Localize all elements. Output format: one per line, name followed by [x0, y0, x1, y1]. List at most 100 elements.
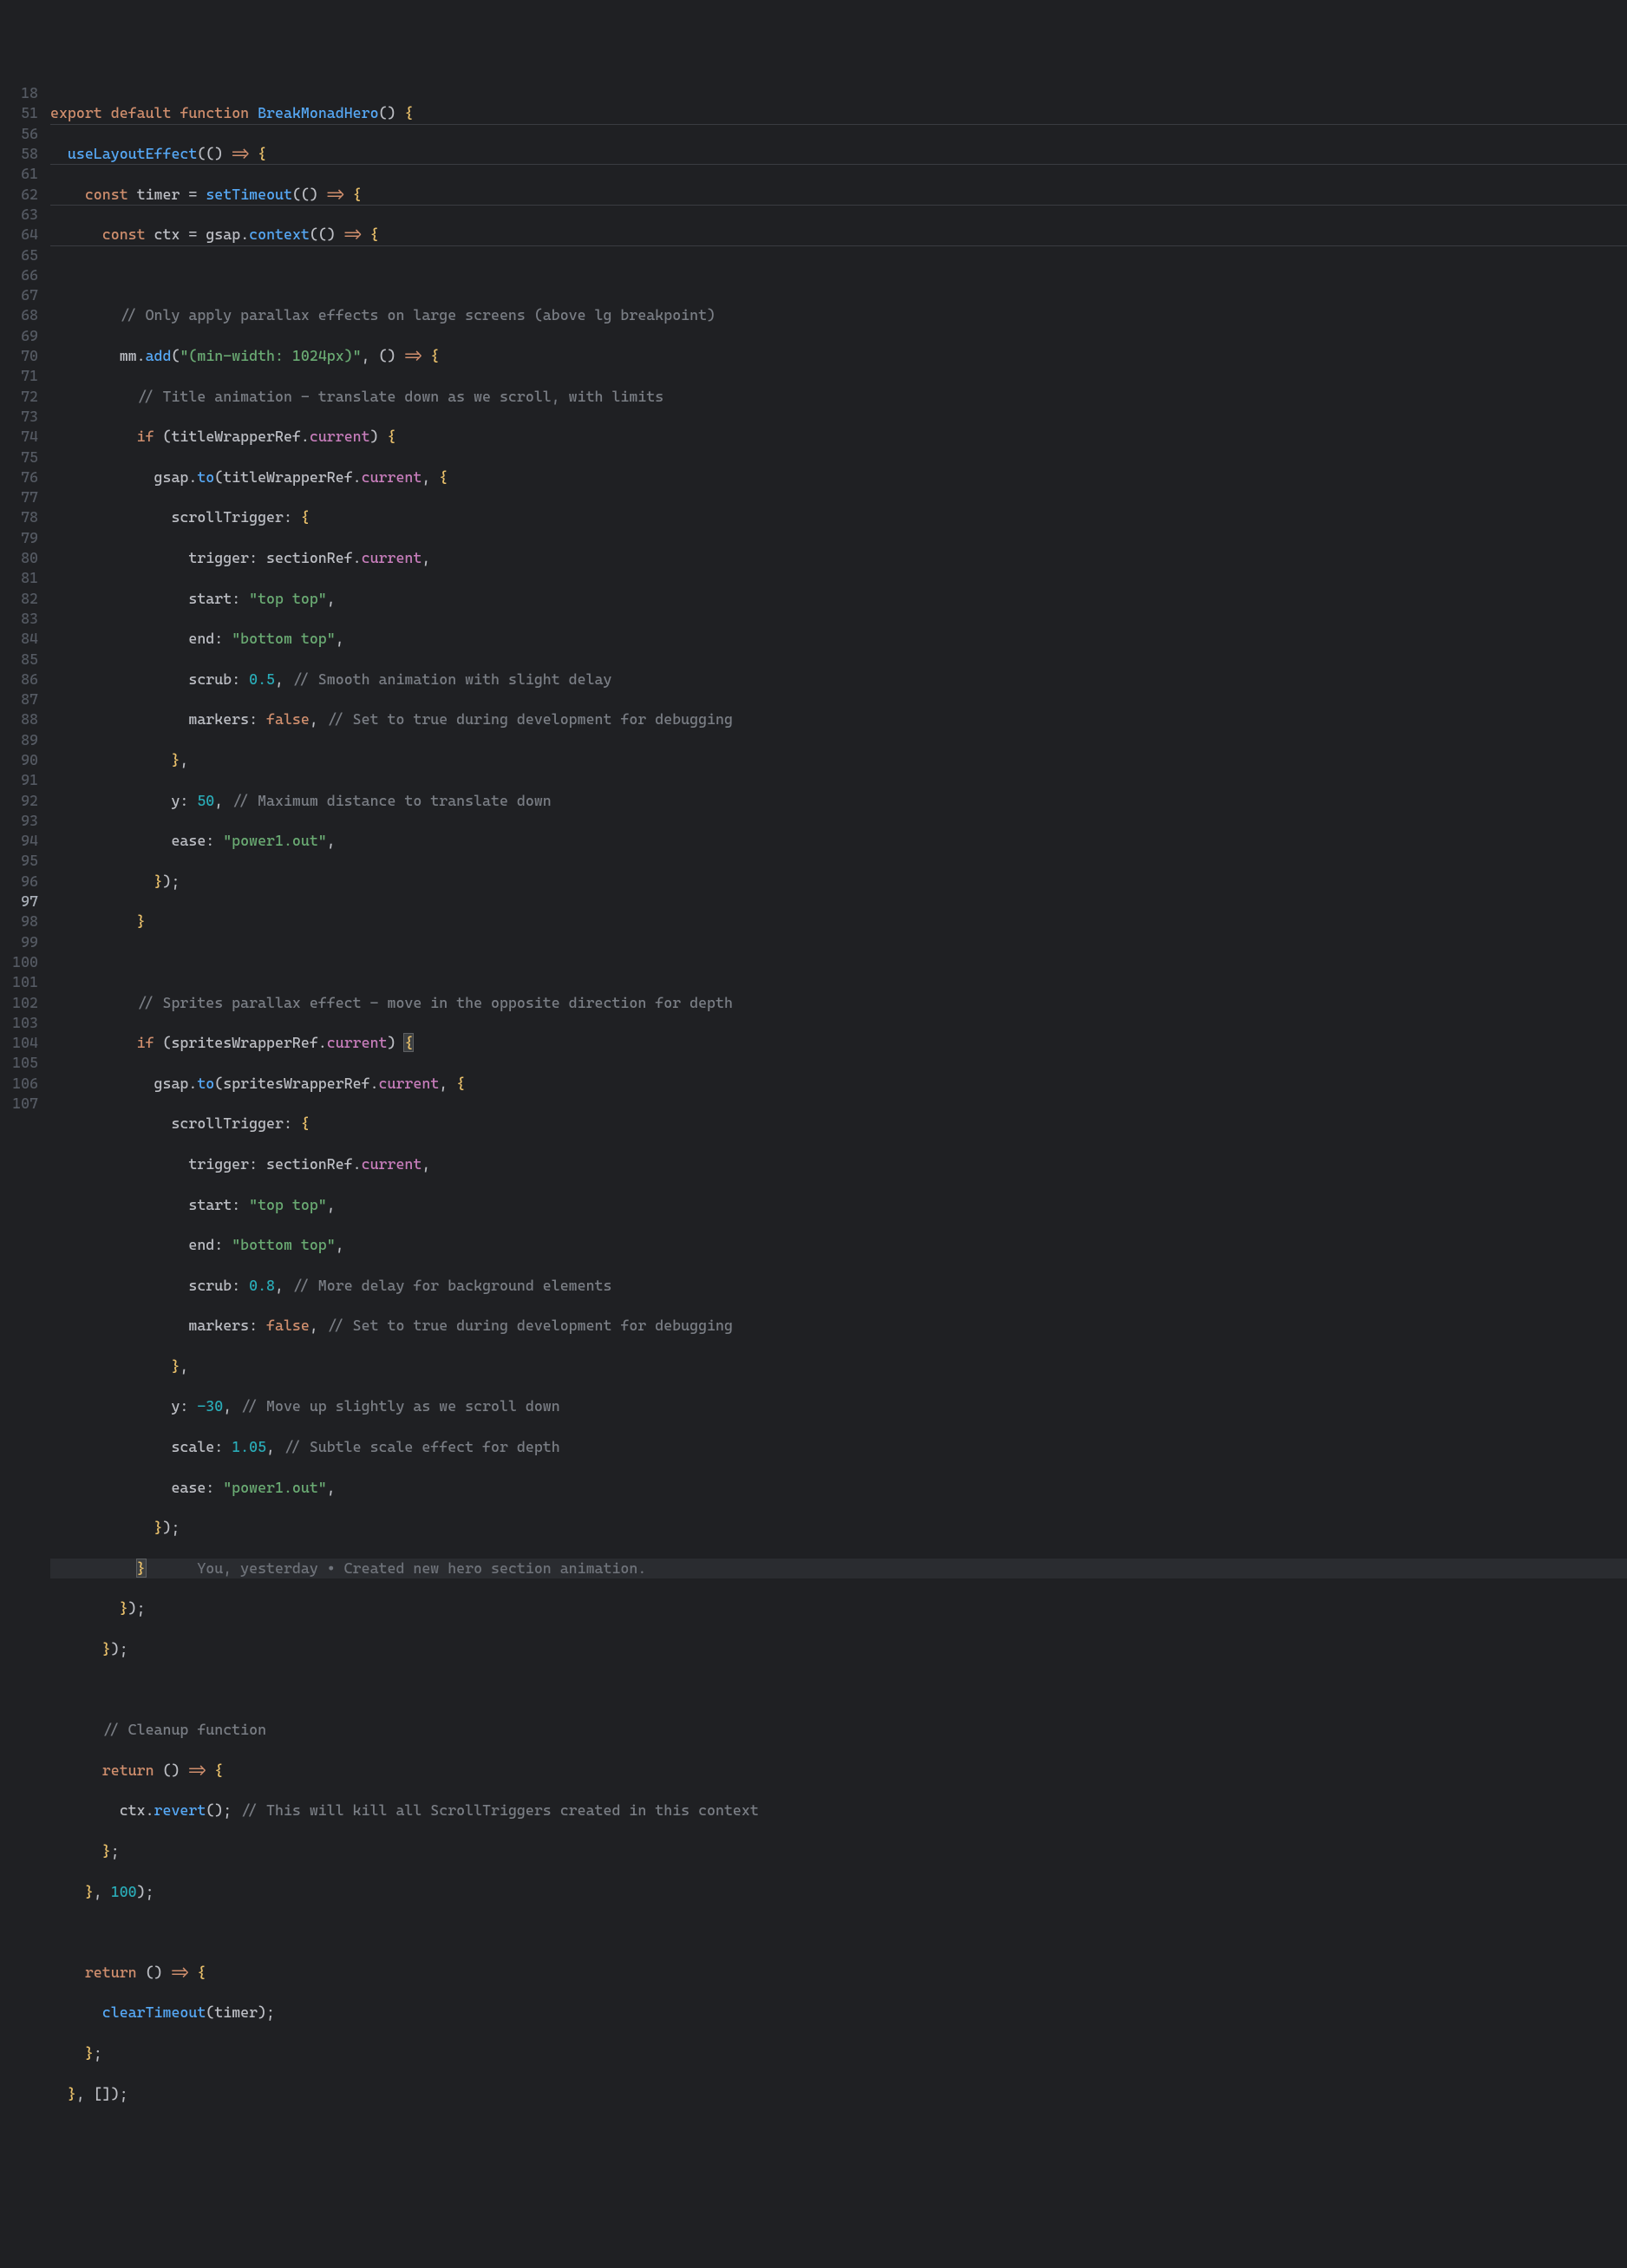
code-line[interactable]: scrollTrigger: { — [50, 507, 1627, 527]
line-number: 106 — [7, 1074, 38, 1094]
line-number: 63 — [7, 205, 38, 225]
code-line[interactable]: scrollTrigger: { — [50, 1114, 1627, 1134]
line-number: 76 — [7, 467, 38, 487]
line-number: 79 — [7, 528, 38, 548]
line-number: 84 — [7, 629, 38, 649]
line-number: 81 — [7, 568, 38, 588]
line-number: 85 — [7, 650, 38, 670]
code-editor[interactable]: 1851565861626364656667686970717273747576… — [0, 81, 1627, 2167]
line-number: 94 — [7, 831, 38, 851]
line-number: 90 — [7, 750, 38, 770]
line-number: 67 — [7, 285, 38, 305]
code-line[interactable]: }, 100); — [50, 1882, 1627, 1902]
line-number: 61 — [7, 164, 38, 184]
code-line[interactable] — [50, 1680, 1627, 1700]
line-number: 88 — [7, 709, 38, 729]
code-line[interactable]: return () => { — [50, 1761, 1627, 1781]
code-line[interactable]: }, — [50, 750, 1627, 770]
code-line[interactable]: start: "top top", — [50, 589, 1627, 609]
code-line[interactable]: end: "bottom top", — [50, 1235, 1627, 1255]
sticky-line: useLayoutEffect(() => { — [50, 144, 1627, 164]
code-line[interactable]: markers: false, // Set to true during de… — [50, 1316, 1627, 1336]
code-line[interactable]: end: "bottom top", — [50, 629, 1627, 649]
code-line[interactable]: // Only apply parallax effects on large … — [50, 305, 1627, 325]
code-line[interactable]: gsap.to(titleWrapperRef.current, { — [50, 467, 1627, 487]
git-blame-annotation: You, yesterday • Created new hero sectio… — [197, 1559, 646, 1577]
line-number: 70 — [7, 346, 38, 366]
line-number: 56 — [7, 124, 38, 144]
line-number: 95 — [7, 851, 38, 871]
code-line[interactable]: }; — [50, 1841, 1627, 1861]
matching-brace-close: } — [137, 1559, 146, 1577]
code-line[interactable]: scrub: 0.8, // More delay for background… — [50, 1276, 1627, 1296]
line-number: 78 — [7, 507, 38, 527]
line-number: 93 — [7, 811, 38, 831]
line-number: 71 — [7, 366, 38, 386]
line-number: 107 — [7, 1094, 38, 1114]
code-line[interactable]: // Cleanup function — [50, 1720, 1627, 1740]
code-line[interactable]: // Sprites parallax effect - move in the… — [50, 993, 1627, 1013]
code-line[interactable]: gsap.to(spritesWrapperRef.current, { — [50, 1074, 1627, 1094]
matching-brace-open: { — [404, 1034, 413, 1051]
code-line[interactable]: // Title animation - translate down as w… — [50, 387, 1627, 407]
code-line[interactable]: y: 50, // Maximum distance to translate … — [50, 791, 1627, 811]
code-line[interactable] — [50, 952, 1627, 972]
code-line[interactable]: }); — [50, 1598, 1627, 1618]
line-number: 83 — [7, 609, 38, 629]
line-number: 80 — [7, 548, 38, 568]
code-line[interactable]: }, — [50, 1356, 1627, 1376]
line-number: 62 — [7, 185, 38, 205]
line-number: 77 — [7, 487, 38, 507]
line-number: 18 — [7, 83, 38, 103]
line-number: 96 — [7, 872, 38, 892]
line-number: 102 — [7, 993, 38, 1013]
code-line[interactable]: }; — [50, 2043, 1627, 2063]
code-line[interactable]: }, []); — [50, 2084, 1627, 2104]
line-number: 100 — [7, 952, 38, 972]
code-line[interactable]: y: -30, // Move up slightly as we scroll… — [50, 1396, 1627, 1416]
line-number: 74 — [7, 427, 38, 447]
line-number: 99 — [7, 932, 38, 952]
line-number: 75 — [7, 448, 38, 467]
line-number: 58 — [7, 144, 38, 164]
line-number: 82 — [7, 589, 38, 609]
line-number: 92 — [7, 791, 38, 811]
code-line[interactable]: return () => { — [50, 1963, 1627, 1983]
line-number: 104 — [7, 1033, 38, 1053]
code-line[interactable]: scrub: 0.5, // Smooth animation with sli… — [50, 670, 1627, 690]
line-number: 66 — [7, 265, 38, 285]
line-number: 98 — [7, 912, 38, 931]
sticky-line: const timer = setTimeout(() => { — [50, 185, 1627, 205]
line-number: 68 — [7, 305, 38, 325]
code-line[interactable]: }); — [50, 1639, 1627, 1659]
line-number: 51 — [7, 103, 38, 123]
code-line[interactable]: ease: "power1.out", — [50, 1478, 1627, 1498]
code-line[interactable] — [50, 1922, 1627, 1942]
line-number: 69 — [7, 326, 38, 346]
code-line[interactable]: mm.add("(min-width: 1024px)", () => { — [50, 346, 1627, 366]
code-line[interactable]: }); — [50, 872, 1627, 892]
code-line[interactable]: start: "top top", — [50, 1195, 1627, 1215]
line-number: 101 — [7, 972, 38, 992]
code-line[interactable]: trigger: sectionRef.current, — [50, 548, 1627, 568]
code-line[interactable]: scale: 1.05, // Subtle scale effect for … — [50, 1437, 1627, 1457]
code-line[interactable] — [50, 265, 1627, 285]
line-number: 105 — [7, 1053, 38, 1073]
code-area[interactable]: export default function BreakMonadHero()… — [50, 81, 1627, 2167]
code-line[interactable]: trigger: sectionRef.current, — [50, 1154, 1627, 1174]
code-line[interactable]: if (titleWrapperRef.current) { — [50, 427, 1627, 447]
code-line[interactable]: ease: "power1.out", — [50, 831, 1627, 851]
code-line[interactable]: }); — [50, 1518, 1627, 1538]
code-line-active[interactable]: } You, yesterday • Created new hero sect… — [50, 1559, 1627, 1578]
code-line[interactable]: ctx.revert(); // This will kill all Scro… — [50, 1801, 1627, 1820]
code-line[interactable] — [50, 2124, 1627, 2144]
sticky-line: const ctx = gsap.context(() => { — [50, 225, 1627, 245]
line-number: 97 — [7, 892, 38, 912]
sticky-line: export default function BreakMonadHero()… — [50, 103, 1627, 123]
code-line[interactable]: if (spritesWrapperRef.current) { — [50, 1033, 1627, 1053]
code-line[interactable]: } — [50, 912, 1627, 931]
code-line[interactable]: clearTimeout(timer); — [50, 2003, 1627, 2023]
line-number: 87 — [7, 690, 38, 709]
code-line[interactable]: markers: false, // Set to true during de… — [50, 709, 1627, 729]
line-number: 103 — [7, 1013, 38, 1033]
